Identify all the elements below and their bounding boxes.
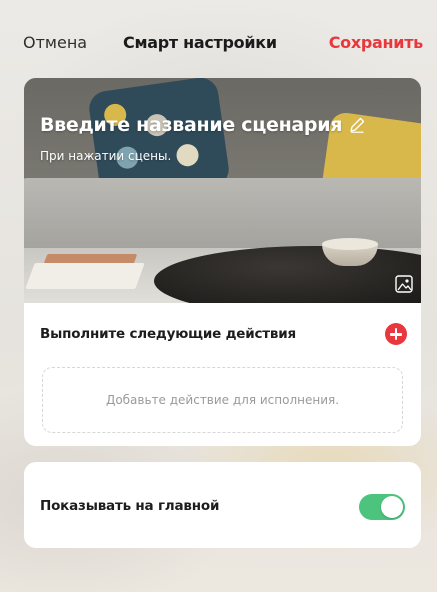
cover-book [25, 263, 145, 289]
image-icon[interactable] [395, 275, 413, 293]
cover-bowl-rim [322, 238, 378, 250]
add-action-button[interactable] [385, 323, 407, 345]
page-title: Смарт настройки [123, 33, 277, 52]
actions-title: Выполните следующие действия [40, 326, 296, 342]
scene-name-field[interactable]: Введите название сценария [40, 114, 366, 136]
scene-name-text: Введите название сценария [40, 114, 343, 136]
pencil-icon[interactable] [348, 116, 366, 134]
save-button[interactable]: Сохранить [329, 33, 424, 52]
action-empty-slot[interactable]: Добавьте действие для исполнения. [42, 367, 403, 433]
actions-header: Выполните следующие действия [24, 303, 421, 363]
toggle-knob [381, 496, 403, 518]
cancel-button[interactable]: Отмена [23, 33, 87, 52]
scene-cover-image[interactable]: Введите название сценария При нажатии сц… [24, 78, 421, 303]
scene-card: Введите название сценария При нажатии сц… [24, 78, 421, 446]
nav-bar: Отмена Смарт настройки Сохранить [0, 0, 437, 72]
show-on-home-label: Показывать на главной [40, 498, 220, 514]
action-empty-text: Добавьте действие для исполнения. [105, 393, 340, 407]
home-visibility-card: Показывать на главной [24, 462, 421, 548]
scene-subtitle: При нажатии сцены. [40, 149, 172, 163]
show-on-home-toggle[interactable] [359, 494, 405, 520]
